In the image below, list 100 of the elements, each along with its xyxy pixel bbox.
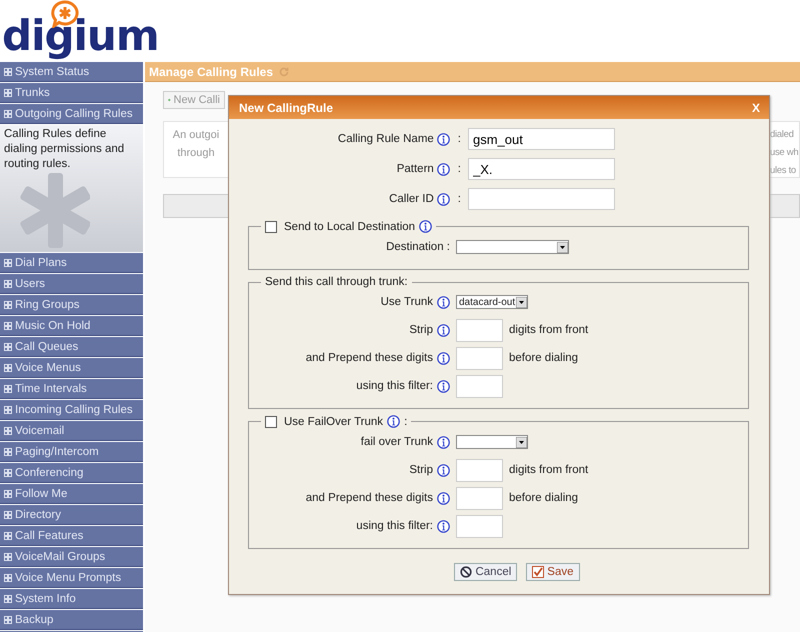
- grid-icon: [4, 342, 12, 350]
- input-field[interactable]: [456, 374, 503, 398]
- field-label: using this filter:: [356, 520, 433, 532]
- sidebar-item[interactable]: Voice Menu Prompts: [0, 568, 143, 588]
- grid-icon: [4, 364, 12, 372]
- field-suffix: before dialing: [509, 492, 578, 504]
- dropdown-arrow-icon: [557, 242, 568, 252]
- sidebar-item[interactable]: Dial Plans: [0, 253, 143, 273]
- info-icon[interactable]: [437, 464, 450, 476]
- info-text: through: [176, 146, 216, 161]
- sidebar-item[interactable]: Call Queues: [0, 337, 143, 357]
- sidebar-item[interactable]: Follow Me: [0, 484, 143, 504]
- save-button[interactable]: Save: [526, 563, 580, 581]
- grid-icon: [4, 322, 12, 330]
- label-colon: :: [458, 133, 461, 145]
- info-icon[interactable]: [436, 132, 450, 146]
- sidebar-item[interactable]: System Status: [0, 62, 143, 82]
- info-icon[interactable]: [437, 352, 450, 364]
- field-label: Caller ID: [389, 193, 434, 205]
- input-field[interactable]: [456, 346, 503, 370]
- input-field[interactable]: [456, 486, 503, 510]
- checkbox[interactable]: [265, 220, 277, 232]
- sidebar-item[interactable]: Trunks: [0, 83, 143, 103]
- info-text: ules to: [770, 164, 797, 178]
- field-suffix: digits from front: [509, 464, 588, 476]
- grid-icon: [4, 426, 12, 434]
- section-legend: Send this call through trunk:: [265, 276, 408, 288]
- info-icon[interactable]: [436, 192, 450, 206]
- sidebar-item[interactable]: Users: [0, 274, 143, 294]
- sidebar-item[interactable]: VoiceMail Groups: [0, 547, 143, 567]
- info-icon[interactable]: [437, 296, 450, 308]
- info-icon[interactable]: [437, 324, 450, 336]
- close-button[interactable]: X: [752, 100, 760, 114]
- dropdown[interactable]: datacard-out: [456, 295, 528, 309]
- field-label: Use Trunk: [380, 296, 433, 308]
- section-legend: Use FailOver Trunk: [284, 416, 384, 428]
- sidebar-item[interactable]: Ring Groups: [0, 295, 143, 315]
- grid-icon: [4, 574, 12, 582]
- field-suffix: before dialing: [509, 352, 578, 364]
- info-icon[interactable]: [437, 492, 450, 504]
- field-label: and Prepend these digits: [306, 492, 433, 504]
- input-field[interactable]: gsm_out: [468, 128, 615, 150]
- sidebar-item[interactable]: Conferencing: [0, 463, 143, 483]
- grid-icon: [4, 468, 12, 476]
- dialog-title: New CallingRule: [239, 100, 334, 114]
- info-text: use wh: [770, 146, 799, 160]
- grid-icon: [4, 258, 12, 266]
- grid-icon: [4, 552, 12, 560]
- dropdown[interactable]: [456, 435, 528, 449]
- info-text: An outgoi: [172, 128, 220, 143]
- input-field[interactable]: _X.: [468, 158, 615, 180]
- grid-icon: [4, 448, 12, 456]
- input-field[interactable]: [456, 514, 503, 538]
- info-icon[interactable]: [437, 520, 450, 532]
- sidebar-item[interactable]: Voicemail: [0, 421, 143, 441]
- sidebar-item[interactable]: System Info: [0, 589, 143, 609]
- input-field[interactable]: [456, 458, 503, 482]
- grid-icon: [4, 532, 12, 540]
- new-rule-button[interactable]: New Calli: [163, 91, 225, 109]
- plus-icon: [168, 96, 171, 104]
- sidebar-item[interactable]: Music On Hold: [0, 316, 143, 336]
- sidebar-item[interactable]: Incoming Calling Rules: [0, 400, 143, 420]
- field-label: Strip: [409, 464, 433, 476]
- grid-icon: [4, 510, 12, 518]
- info-icon[interactable]: [437, 380, 450, 392]
- field-suffix: digits from front: [509, 324, 588, 336]
- grid-icon: [4, 490, 12, 498]
- field-label: Pattern: [396, 163, 434, 175]
- sidebar-item[interactable]: Backup: [0, 610, 143, 630]
- info-icon[interactable]: [419, 220, 432, 233]
- page-title: Manage Calling Rules: [149, 64, 274, 78]
- sidebar-item[interactable]: Directory: [0, 505, 143, 525]
- dropdown[interactable]: [456, 240, 569, 254]
- cancel-icon: [460, 566, 472, 578]
- grid-icon: [4, 300, 12, 308]
- sidebar-item[interactable]: Time Intervals: [0, 379, 143, 399]
- info-icon[interactable]: [437, 436, 450, 448]
- field-label: Strip: [409, 324, 433, 336]
- input-field[interactable]: [456, 318, 503, 342]
- grid-icon: [4, 406, 12, 414]
- field-label: fail over Trunk: [360, 436, 433, 448]
- checkbox-icon: [532, 566, 544, 578]
- info-icon[interactable]: [387, 415, 400, 428]
- asterisk-icon: [20, 173, 90, 248]
- grid-icon: [4, 68, 12, 76]
- input-field[interactable]: [468, 188, 615, 210]
- info-icon[interactable]: [436, 162, 450, 176]
- label-colon: :: [458, 163, 461, 175]
- logo-text: digium: [2, 14, 159, 58]
- field-label: Destination :: [386, 241, 450, 253]
- sidebar-item[interactable]: Outgoing Calling Rules: [0, 104, 143, 124]
- sidebar-item[interactable]: Call Features: [0, 526, 143, 546]
- cancel-button[interactable]: Cancel: [454, 563, 518, 581]
- dropdown-arrow-icon: [516, 296, 527, 308]
- field-label: Calling Rule Name: [338, 133, 434, 145]
- checkbox[interactable]: [265, 416, 277, 428]
- section-legend: Send to Local Destination: [284, 220, 416, 232]
- sidebar-item[interactable]: Paging/Intercom: [0, 442, 143, 462]
- description-text: Calling Rules define dialing permissions and routing rules.: [3, 127, 126, 172]
- sidebar-item[interactable]: Voice Menus: [0, 358, 143, 378]
